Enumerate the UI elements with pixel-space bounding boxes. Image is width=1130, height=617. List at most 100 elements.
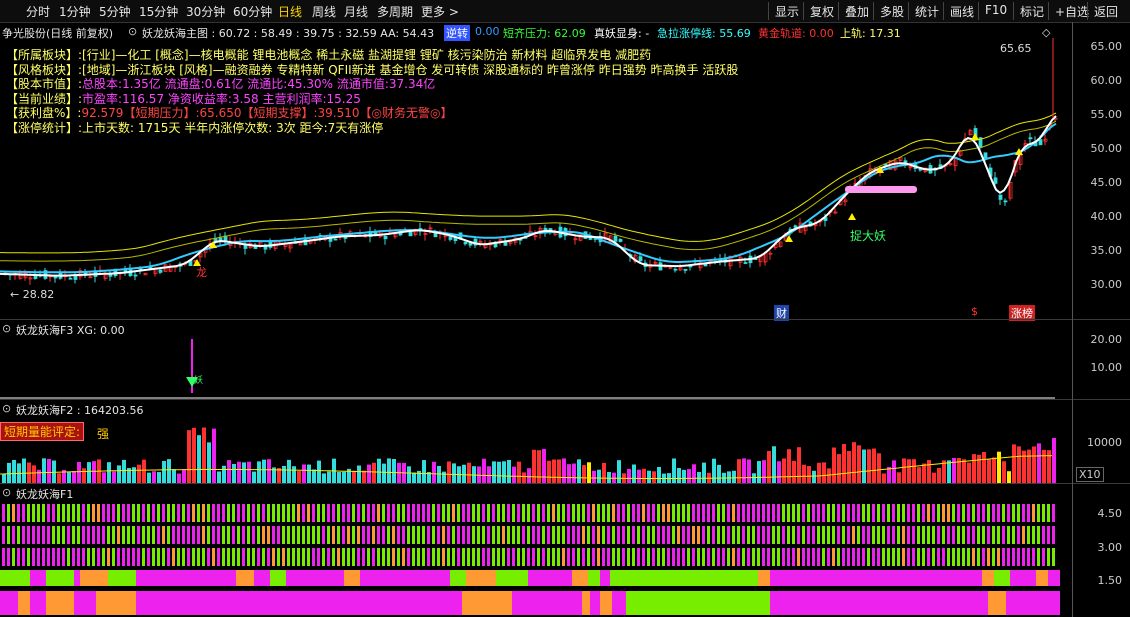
- f1-signal-bar: [67, 504, 70, 522]
- chevron-down-icon[interactable]: ⊙: [128, 25, 137, 38]
- f1-signal-bar: [197, 548, 200, 566]
- f1-signal-bar: [1032, 504, 1035, 522]
- toolbar-button[interactable]: 统计: [908, 2, 939, 20]
- f1-signal-bar: [782, 526, 785, 544]
- f1-signal-bar: [482, 526, 485, 544]
- f1-band-segment: [640, 570, 758, 586]
- chevron-down-icon[interactable]: ⊙: [2, 402, 11, 415]
- f1-signal-bar: [452, 526, 455, 544]
- f1-band-segment: [1048, 570, 1060, 586]
- volume-bar: [537, 450, 541, 483]
- toolbar-button[interactable]: 多股: [873, 2, 904, 20]
- back-button[interactable]: 返回: [1087, 2, 1118, 20]
- f1-signal-bar: [762, 504, 765, 522]
- f1-signal-bar: [507, 526, 510, 544]
- f1-signal-bar: [992, 526, 995, 544]
- f1-signal-bar: [917, 504, 920, 522]
- period-tab-active[interactable]: 日线: [278, 3, 302, 20]
- f1-signal-bar: [382, 504, 385, 522]
- f1-signal-bar: [542, 548, 545, 566]
- f1-signal-bar: [662, 526, 665, 544]
- volume-bar: [187, 430, 191, 483]
- period-tab[interactable]: 15分钟: [139, 3, 178, 20]
- add-watchlist-button[interactable]: +自选: [1048, 2, 1089, 20]
- toolbar-button[interactable]: 画线: [943, 2, 974, 20]
- toolbar-button[interactable]: 显示: [768, 2, 799, 20]
- f1-signal-bar: [967, 548, 970, 566]
- period-tab[interactable]: 30分钟: [186, 3, 225, 20]
- f1-signal-bar: [117, 504, 120, 522]
- f1-signal-bar: [512, 548, 515, 566]
- f1-signal-bar: [532, 526, 535, 544]
- f1-signal-bar: [7, 526, 10, 544]
- f1-signal-bar: [842, 548, 845, 566]
- f1-signal-bar: [177, 526, 180, 544]
- volume-bar: [377, 458, 381, 483]
- toolbar-button[interactable]: 复权: [803, 2, 834, 20]
- f1-signal-bar: [972, 526, 975, 544]
- f1-signal-bar: [947, 526, 950, 544]
- f1-signal-bar: [887, 548, 890, 566]
- toolbar-button[interactable]: F10: [978, 2, 1007, 20]
- toolbar-button[interactable]: 标记: [1013, 2, 1044, 20]
- f1-signal-bar: [647, 526, 650, 544]
- f1-signal-bar: [312, 548, 315, 566]
- f1-signal-bar: [327, 504, 330, 522]
- period-tab[interactable]: 分时: [26, 3, 50, 20]
- period-tab[interactable]: 5分钟: [99, 3, 131, 20]
- f1-signal-bar: [232, 548, 235, 566]
- f1-signal-bar: [972, 548, 975, 566]
- chevron-down-icon[interactable]: ⊙: [2, 322, 11, 335]
- volume-bar: [497, 461, 501, 483]
- f1-signal-bar: [842, 526, 845, 544]
- f1-band-segment: [96, 591, 136, 615]
- period-tab[interactable]: 1分钟: [59, 3, 91, 20]
- f1-signal-bar: [867, 548, 870, 566]
- f1-chart[interactable]: [0, 498, 1080, 617]
- f1-band-segment: [612, 591, 626, 615]
- diamond-icon[interactable]: ◇: [1042, 26, 1050, 39]
- volume-bar: [517, 461, 521, 483]
- period-tab[interactable]: 60分钟: [233, 3, 272, 20]
- period-tab[interactable]: 多周期: [377, 3, 413, 20]
- f1-signal-bar: [347, 504, 350, 522]
- f1-signal-bar: [67, 548, 70, 566]
- f1-axis-label: 1.50: [1097, 574, 1123, 587]
- f1-signal-bar: [547, 526, 550, 544]
- candle-body: [683, 269, 688, 271]
- f1-band-segment: [30, 591, 46, 615]
- f1-signal-bar: [722, 548, 725, 566]
- f1-signal-bar: [942, 526, 945, 544]
- f3-chart[interactable]: [0, 335, 1080, 399]
- f1-signal-bar: [962, 504, 965, 522]
- f1-signal-bar: [247, 504, 250, 522]
- volume-bar: [12, 459, 16, 483]
- volume-chart[interactable]: [0, 415, 1080, 483]
- candle-body: [618, 239, 623, 242]
- volume-bar: [462, 464, 466, 483]
- f1-band-segment: [360, 570, 450, 586]
- f1-signal-bar: [462, 548, 465, 566]
- volume-bar: [297, 471, 301, 483]
- f1-signal-bar: [897, 526, 900, 544]
- volume-bar: [677, 468, 681, 483]
- f1-signal-bar: [102, 526, 105, 544]
- f1-signal-bar: [7, 548, 10, 566]
- more-periods-tab[interactable]: 更多 >: [421, 3, 459, 20]
- volume-bar: [112, 471, 116, 483]
- info-label: 【涨停统计】:: [6, 120, 83, 135]
- f1-signal-bar: [727, 548, 730, 566]
- f1-signal-bar: [32, 548, 35, 566]
- f1-signal-bar: [127, 548, 130, 566]
- period-tab[interactable]: 月线: [344, 3, 368, 20]
- volume-bar: [172, 469, 176, 483]
- volume-bar: [387, 458, 391, 483]
- f1-signal-bar: [892, 504, 895, 522]
- f1-band-segment: [512, 591, 582, 615]
- period-tab[interactable]: 周线: [312, 3, 336, 20]
- f1-signal-bar: [747, 548, 750, 566]
- volume-bar: [527, 468, 531, 483]
- f1-signal-bar: [152, 548, 155, 566]
- toolbar-button[interactable]: 叠加: [838, 2, 869, 20]
- volume-bar: [37, 469, 41, 483]
